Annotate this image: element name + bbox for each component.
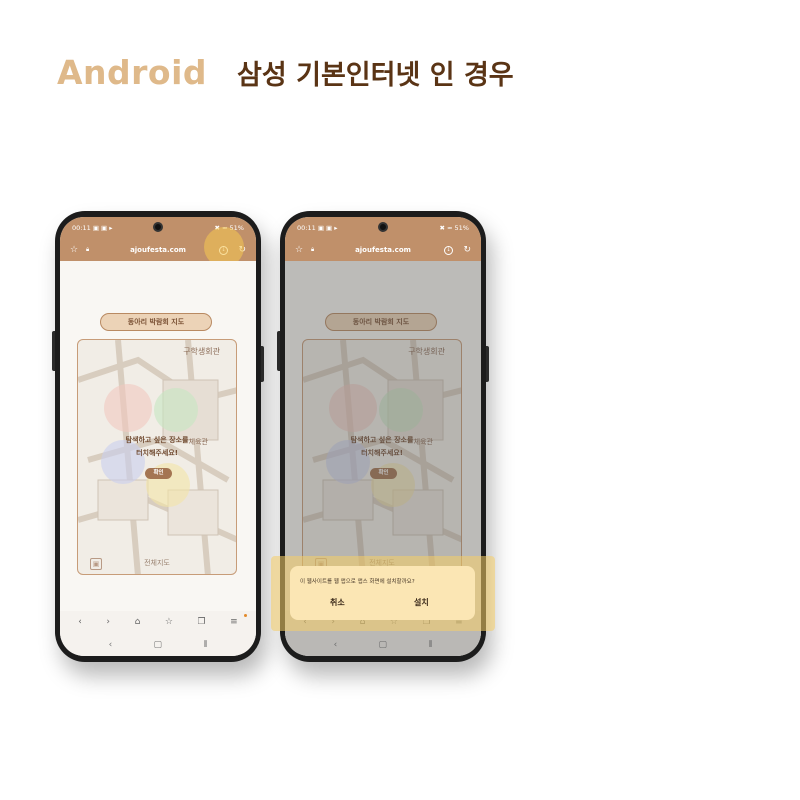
forward-icon[interactable]: ›: [106, 617, 110, 627]
page-heading: Android 삼성 기본인터넷 인 경우: [57, 50, 514, 94]
status-time: 00:11: [297, 224, 316, 232]
status-time: 00:11: [72, 224, 91, 232]
menu-badge: [244, 614, 247, 617]
status-icons: ▣ ▣ ▸: [317, 224, 338, 232]
web-content: 동아리 박람회 지도 구학생회관 체육관 탐색하고 싶은 장소를 터치해주세요!…: [60, 261, 256, 611]
bookmark-star-icon[interactable]: ☆: [165, 617, 173, 627]
os-label: Android: [57, 52, 208, 92]
url-bar[interactable]: ☆ 🔒︎ ajoufesta.com ↓ ↻: [285, 239, 481, 261]
volume-button: [261, 346, 264, 382]
lock-icon: 🔒︎: [86, 246, 90, 253]
map-card[interactable]: 구학생회관 체육관 탐색하고 싶은 장소를 터치해주세요! 확인 ▣ 전체지도: [77, 339, 237, 575]
browser-nav-bar: ‹ › ⌂ ☆ ❐ ≡: [60, 611, 256, 633]
map-prompt-line1: 탐색하고 싶은 장소를: [125, 436, 189, 444]
download-install-icon[interactable]: ↓: [444, 245, 453, 255]
system-back-icon[interactable]: ‹: [109, 640, 113, 650]
lock-icon: 🔒︎: [311, 246, 315, 253]
status-right: ✖ ≈ 51%: [439, 224, 469, 232]
install-popup: 이 웹사이트를 웹 앱으로 앱스 화면에 설치할까요? 취소 설치: [290, 566, 475, 620]
camera-hole: [378, 222, 388, 232]
install-question: 이 웹사이트를 웹 앱으로 앱스 화면에 설치할까요?: [300, 579, 415, 585]
whole-map-label[interactable]: 전체지도: [78, 558, 236, 568]
bookmark-star-icon[interactable]: ☆: [70, 245, 78, 255]
building-label: 구학생회관: [183, 347, 220, 356]
status-icons: ▣ ▣ ▸: [92, 224, 113, 232]
system-home-icon[interactable]: ▢: [154, 640, 163, 650]
system-nav-bar: ‹ ▢ ⦀: [60, 633, 256, 656]
volume-button: [486, 346, 489, 382]
install-button[interactable]: 설치: [414, 597, 429, 608]
tabs-icon[interactable]: ❐: [197, 617, 205, 627]
reload-icon[interactable]: ↻: [463, 245, 471, 255]
phone-screen: 00:11 ▣ ▣ ▸ ✖ ≈ 51% ☆ 🔒︎ ajoufesta.com ↓…: [60, 217, 256, 656]
confirm-button[interactable]: 확인: [145, 468, 172, 479]
map-title-pill: 동아리 박람회 지도: [100, 313, 212, 331]
system-recents-icon[interactable]: ⦀: [203, 640, 207, 650]
map-prompt-line2: 터치해주세요!: [136, 449, 178, 457]
power-button: [52, 331, 55, 371]
cancel-button[interactable]: 취소: [330, 597, 345, 608]
camera-hole: [153, 222, 163, 232]
back-icon[interactable]: ‹: [78, 617, 82, 627]
home-icon[interactable]: ⌂: [135, 617, 141, 627]
bookmark-star-icon[interactable]: ☆: [295, 245, 303, 255]
power-button: [277, 331, 280, 371]
menu-icon[interactable]: ≡: [230, 617, 238, 627]
page-title: 삼성 기본인터넷 인 경우: [237, 59, 514, 91]
phone-mockup-left: 00:11 ▣ ▣ ▸ ✖ ≈ 51% ☆ 🔒︎ ajoufesta.com ↓…: [52, 211, 264, 662]
